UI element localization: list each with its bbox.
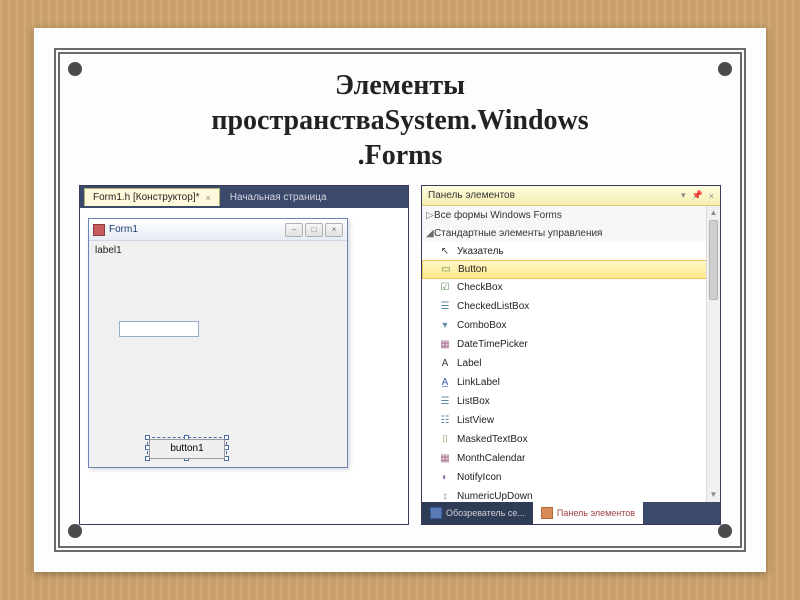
monthcalendar-icon: ▦ bbox=[438, 452, 452, 466]
chevron-down-icon: ◢ bbox=[426, 228, 434, 239]
form-title: Form1 bbox=[109, 224, 281, 235]
toolbox-item-monthcalendar[interactable]: ▦ MonthCalendar bbox=[422, 449, 720, 468]
toolbox-item-label: ListView bbox=[457, 415, 494, 426]
toolbox-item-label: CheckedListBox bbox=[457, 301, 529, 312]
toolbox-item-linklabel[interactable]: A̲ LinkLabel bbox=[422, 373, 720, 392]
form-icon bbox=[93, 224, 105, 236]
scroll-down-icon[interactable]: ▼ bbox=[707, 488, 720, 502]
window-buttons: – □ × bbox=[285, 223, 343, 237]
close-icon[interactable]: × bbox=[205, 193, 210, 203]
pin-icon[interactable]: ▾ bbox=[681, 190, 686, 201]
tab-label: Панель элементов bbox=[557, 508, 635, 518]
toolbox-item-label: LinkLabel bbox=[457, 377, 500, 388]
corner-decoration bbox=[68, 62, 82, 76]
tab-label: Начальная страница bbox=[230, 192, 327, 203]
form-window[interactable]: Form1 – □ × label1 bbox=[88, 218, 348, 468]
autohide-icon[interactable]: 📌 bbox=[692, 190, 703, 201]
minimize-button[interactable]: – bbox=[285, 223, 303, 237]
maximize-button[interactable]: □ bbox=[305, 223, 323, 237]
toolbox-item-label: MonthCalendar bbox=[457, 453, 525, 464]
checkbox-icon: ☑ bbox=[438, 281, 452, 295]
toolbox-body: ▷ Все формы Windows Forms ◢ Стандартные … bbox=[422, 206, 720, 502]
explorer-icon bbox=[430, 507, 442, 519]
toolbox-panel: Панель элементов ▾ 📌 × ▷ Все формы Windo… bbox=[421, 185, 721, 525]
toolbox-item-label: NumericUpDown bbox=[457, 491, 533, 502]
scroll-up-icon[interactable]: ▲ bbox=[707, 206, 720, 220]
title-line: Элементы bbox=[335, 70, 465, 101]
tab-solution-explorer[interactable]: Обозреватель се... bbox=[422, 502, 533, 524]
указатель-icon: ↖ bbox=[438, 245, 452, 259]
toolbox-item-label: Указатель bbox=[457, 246, 504, 257]
button-icon: ▭ bbox=[439, 263, 453, 277]
corner-decoration bbox=[718, 62, 732, 76]
scroll-thumb[interactable] bbox=[709, 220, 718, 300]
tab-start-page[interactable]: Начальная страница bbox=[222, 188, 335, 206]
slide-border: Элементы пространстваSystem.Windows .For… bbox=[54, 48, 746, 552]
scrollbar[interactable]: ▲ ▼ bbox=[706, 206, 720, 502]
designer-panel: Form1.h [Конструктор]* × Начальная стран… bbox=[79, 185, 409, 525]
toolbox-item-label: DateTimePicker bbox=[457, 339, 528, 350]
numericupdown-icon: ↕ bbox=[438, 490, 452, 503]
group-label: Стандартные элементы управления bbox=[434, 228, 602, 239]
linklabel-icon: A̲ bbox=[438, 376, 452, 390]
close-button[interactable]: × bbox=[325, 223, 343, 237]
form-titlebar[interactable]: Form1 – □ × bbox=[89, 219, 347, 241]
toolbox-item-label: Label bbox=[457, 358, 481, 369]
corner-decoration bbox=[718, 524, 732, 538]
button-control[interactable]: button1 bbox=[149, 439, 225, 459]
toolbox-item-button[interactable]: ▭ Button bbox=[422, 260, 720, 279]
toolbox-item-label: ComboBox bbox=[457, 320, 506, 331]
toolbox-item-label: CheckBox bbox=[457, 282, 503, 293]
tab-toolbox[interactable]: Панель элементов bbox=[533, 502, 643, 524]
toolbox-items: ↖ Указатель ▭ Button ☑ CheckBox ☰ CheckedListBo… bbox=[422, 242, 720, 502]
slide: Элементы пространстваSystem.Windows .For… bbox=[34, 28, 766, 572]
tab-label: Обозреватель се... bbox=[446, 508, 525, 518]
toolbox-title: Панель элементов bbox=[428, 190, 515, 201]
close-icon[interactable]: × bbox=[709, 191, 714, 201]
toolbox-group-standard[interactable]: ◢ Стандартные элементы управления bbox=[422, 224, 720, 242]
toolbox-item-label: Button bbox=[458, 264, 487, 275]
toolbox-icon bbox=[541, 507, 553, 519]
toolbox-item-notifyicon[interactable]: ◐ NotifyIcon bbox=[422, 468, 720, 487]
toolbox-item-numericupdown[interactable]: ↕ NumericUpDown bbox=[422, 487, 720, 502]
toolbox-item-listbox[interactable]: ☰ ListBox bbox=[422, 392, 720, 411]
toolbox-item-combobox[interactable]: ▾ ComboBox bbox=[422, 316, 720, 335]
checkedlistbox-icon: ☰ bbox=[438, 300, 452, 314]
textbox-control[interactable] bbox=[119, 321, 199, 337]
slide-title: Элементы пространстваSystem.Windows .For… bbox=[70, 64, 730, 185]
toolbox-item-maskedtextbox[interactable]: ⌷ MaskedTextBox bbox=[422, 430, 720, 449]
toolbox-header[interactable]: Панель элементов ▾ 📌 × bbox=[422, 186, 720, 206]
toolbox-item-checkedlistbox[interactable]: ☰ CheckedListBox bbox=[422, 297, 720, 316]
maskedtextbox-icon: ⌷ bbox=[438, 433, 452, 447]
corner-decoration bbox=[68, 524, 82, 538]
toolbox-item-label: NotifyIcon bbox=[457, 472, 501, 483]
toolbox-item-label[interactable]: A Label bbox=[422, 354, 720, 373]
panels-row: Form1.h [Конструктор]* × Начальная стран… bbox=[70, 185, 730, 525]
label-control[interactable]: label1 bbox=[95, 245, 122, 256]
toolbox-item-указатель[interactable]: ↖ Указатель bbox=[422, 242, 720, 261]
toolbox-item-checkbox[interactable]: ☑ CheckBox bbox=[422, 278, 720, 297]
listbox-icon: ☰ bbox=[438, 395, 452, 409]
tab-row: Form1.h [Конструктор]* × Начальная стран… bbox=[80, 186, 408, 208]
toolbox-item-listview[interactable]: ☷ ListView bbox=[422, 411, 720, 430]
toolbox-item-label: MaskedTextBox bbox=[457, 434, 528, 445]
combobox-icon: ▾ bbox=[438, 319, 452, 333]
notifyicon-icon: ◐ bbox=[438, 471, 452, 485]
title-line: пространстваSystem.Windows bbox=[211, 105, 588, 136]
toolbox-group-all[interactable]: ▷ Все формы Windows Forms bbox=[422, 206, 720, 224]
label-icon: A bbox=[438, 357, 452, 371]
tab-form-designer[interactable]: Form1.h [Конструктор]* × bbox=[84, 188, 220, 206]
group-label: Все формы Windows Forms bbox=[434, 210, 562, 221]
toolbox-item-datetimepicker[interactable]: ▦ DateTimePicker bbox=[422, 335, 720, 354]
chevron-right-icon: ▷ bbox=[426, 210, 434, 221]
title-line: .Forms bbox=[358, 140, 443, 171]
tab-label: Form1.h [Конструктор]* bbox=[93, 192, 199, 203]
toolbox-item-label: ListBox bbox=[457, 396, 490, 407]
bottom-tab-row: Обозреватель се... Панель элементов bbox=[422, 502, 720, 524]
designer-surface[interactable]: Form1 – □ × label1 bbox=[80, 208, 408, 524]
listview-icon: ☷ bbox=[438, 414, 452, 428]
datetimepicker-icon: ▦ bbox=[438, 338, 452, 352]
form-client-area[interactable]: label1 bbox=[89, 241, 347, 467]
